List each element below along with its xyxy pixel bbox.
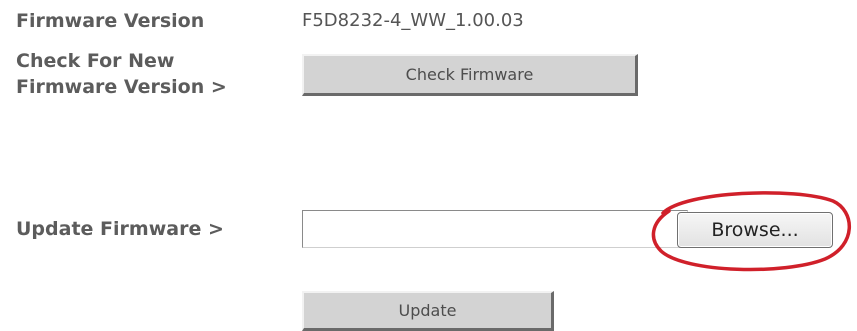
firmware-file-input[interactable] (302, 210, 688, 248)
check-new-firmware-label-line1: Check For New (16, 50, 175, 72)
check-new-firmware-label-line2: Firmware Version > (16, 76, 227, 98)
firmware-version-label: Firmware Version (16, 10, 205, 32)
check-new-firmware-label: Check For New Firmware Version > (16, 48, 227, 100)
update-button[interactable]: Update (302, 291, 554, 331)
update-firmware-label: Update Firmware > (16, 218, 224, 240)
firmware-version-value: F5D8232-4_WW_1.00.03 (302, 10, 524, 31)
browse-button[interactable]: Browse... (677, 212, 833, 248)
check-firmware-button[interactable]: Check Firmware (302, 54, 638, 96)
